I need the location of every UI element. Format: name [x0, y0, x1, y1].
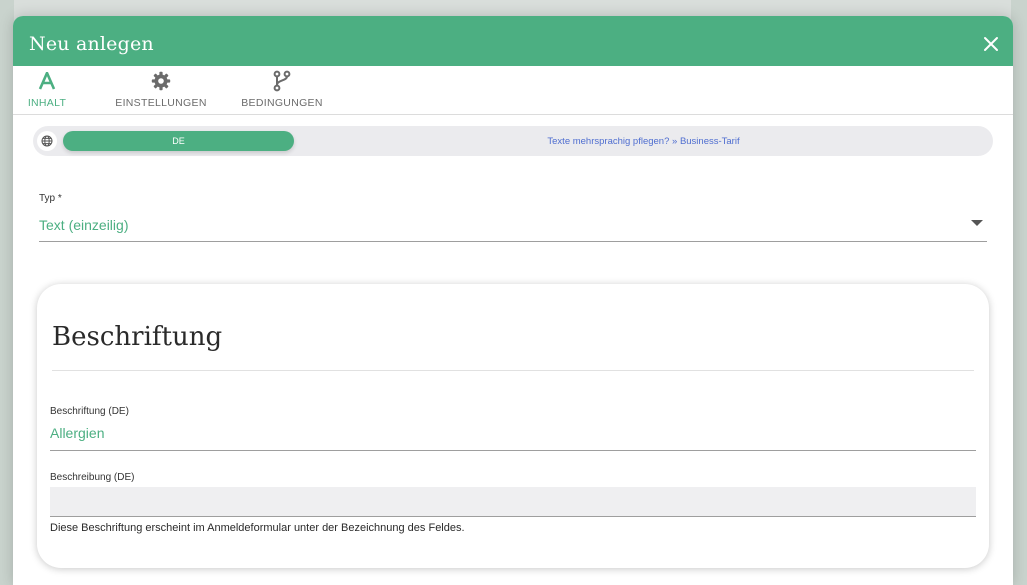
- label-de-field[interactable]: Beschriftung (DE) Allergien: [50, 401, 976, 451]
- label-de-value: Allergien: [50, 425, 105, 441]
- dialog-title: Neu anlegen: [29, 33, 154, 55]
- type-value: Text (einzeilig): [39, 217, 129, 233]
- language-tab-de[interactable]: DE: [63, 131, 294, 151]
- type-label: Typ *: [39, 193, 62, 204]
- description-de-label: Beschreibung (DE): [50, 472, 135, 483]
- divider: [52, 370, 974, 371]
- type-select[interactable]: Typ * Text (einzeilig): [39, 188, 987, 242]
- create-dialog: Neu anlegen INHALT EINSTELLUNGEN BEDINGU…: [13, 16, 1013, 585]
- gear-icon: [151, 70, 171, 92]
- description-hint: Diese Beschriftung erscheint im Anmeldef…: [50, 522, 465, 534]
- description-de-field: Beschreibung (DE) Diese Beschriftung ers…: [50, 467, 976, 534]
- label-de-label: Beschriftung (DE): [50, 406, 129, 417]
- globe-icon: [41, 135, 53, 147]
- language-bar: DE Texte mehrsprachig pflegen? » Busines…: [33, 126, 993, 156]
- tab-label: EINSTELLUNGEN: [115, 97, 207, 109]
- label-card: Beschriftung Beschriftung (DE) Allergien…: [37, 284, 989, 568]
- backdrop: [1011, 0, 1027, 585]
- text-format-icon: [38, 70, 56, 92]
- tab-content[interactable]: INHALT: [21, 65, 73, 114]
- tab-conditions[interactable]: BEDINGUNGEN: [239, 65, 325, 114]
- close-icon: [984, 37, 998, 51]
- caret-down-icon: [971, 220, 983, 226]
- business-tariff-link[interactable]: Texte mehrsprachig pflegen? » Business-T…: [294, 126, 993, 156]
- dialog-header: Neu anlegen: [13, 16, 1013, 66]
- description-de-input[interactable]: [50, 487, 976, 517]
- tab-label: BEDINGUNGEN: [241, 97, 323, 109]
- tab-bar: INHALT EINSTELLUNGEN BEDINGUNGEN: [13, 66, 1013, 115]
- backdrop: [0, 0, 14, 585]
- tab-label: INHALT: [27, 97, 67, 109]
- card-title: Beschriftung: [52, 322, 223, 352]
- tab-settings[interactable]: EINSTELLUNGEN: [111, 65, 211, 114]
- branch-icon: [272, 70, 292, 92]
- close-button[interactable]: [979, 32, 1003, 56]
- language-globe-button[interactable]: [37, 131, 57, 151]
